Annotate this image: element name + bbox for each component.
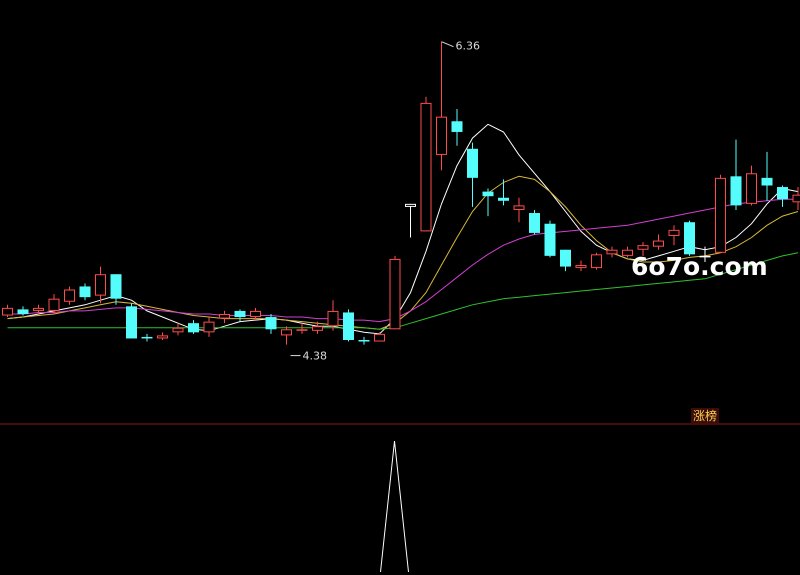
candle-body <box>17 309 29 314</box>
candle-body <box>467 148 478 178</box>
candle <box>684 220 695 256</box>
candle-body <box>637 245 649 250</box>
candle-body <box>234 310 246 318</box>
candle-body <box>250 310 261 318</box>
candle-body <box>575 265 587 269</box>
candle-body <box>405 203 416 207</box>
candle-body <box>730 176 742 206</box>
candle <box>420 96 432 232</box>
candle-body <box>482 191 494 197</box>
candle-body <box>451 121 463 132</box>
candle-body <box>64 289 75 302</box>
candle-body <box>219 313 230 319</box>
candle-body <box>792 194 800 203</box>
candle-body <box>281 329 292 336</box>
candle-body <box>591 254 602 269</box>
candle-body <box>79 286 91 298</box>
candle-body <box>312 326 323 331</box>
candle-body <box>560 249 571 267</box>
candle <box>544 220 556 258</box>
candle-body <box>777 187 788 200</box>
candle-body <box>746 173 757 204</box>
candle-body <box>188 323 199 333</box>
candle-body <box>606 249 618 255</box>
candle <box>343 309 354 342</box>
candle <box>126 303 137 339</box>
candle-body <box>389 258 401 330</box>
candle-body <box>513 205 525 210</box>
candle-body <box>95 274 106 296</box>
signal-badge-label: 涨榜 <box>693 408 717 423</box>
candle-body <box>529 213 540 233</box>
watermark-logo: 6o7o.com <box>631 252 768 281</box>
candle-body <box>203 321 215 333</box>
candle-body <box>653 240 664 247</box>
candle-body <box>141 336 153 339</box>
candle <box>529 209 540 235</box>
candle-body <box>498 197 509 201</box>
candle-body <box>2 307 13 316</box>
candle-body <box>172 327 184 333</box>
candle <box>591 252 602 270</box>
candle-body <box>33 307 44 311</box>
candle-body <box>157 335 168 339</box>
candle <box>389 255 401 330</box>
signal-badge: 涨榜 <box>691 408 719 423</box>
stock-chart: 6.36 4.38 6o7o.com 涨榜 <box>0 0 800 575</box>
candle-body <box>126 306 137 339</box>
candle-body <box>343 312 354 340</box>
high-price-label: 6.36 <box>456 40 481 53</box>
candle-body <box>110 274 122 299</box>
candle-body <box>420 102 432 232</box>
candle-body <box>358 339 370 342</box>
candle-body <box>265 317 277 330</box>
candle-body <box>544 223 556 256</box>
candle-body <box>715 177 726 253</box>
candle-body <box>761 177 773 186</box>
candle-body <box>684 222 695 255</box>
candle-body <box>436 116 447 155</box>
candle <box>715 174 726 253</box>
candle-body <box>296 329 308 331</box>
candle-body <box>668 229 680 236</box>
candle-body <box>327 310 339 327</box>
candle-body <box>374 333 385 342</box>
candle-body <box>48 298 60 311</box>
low-price-label: 4.38 <box>303 350 328 363</box>
